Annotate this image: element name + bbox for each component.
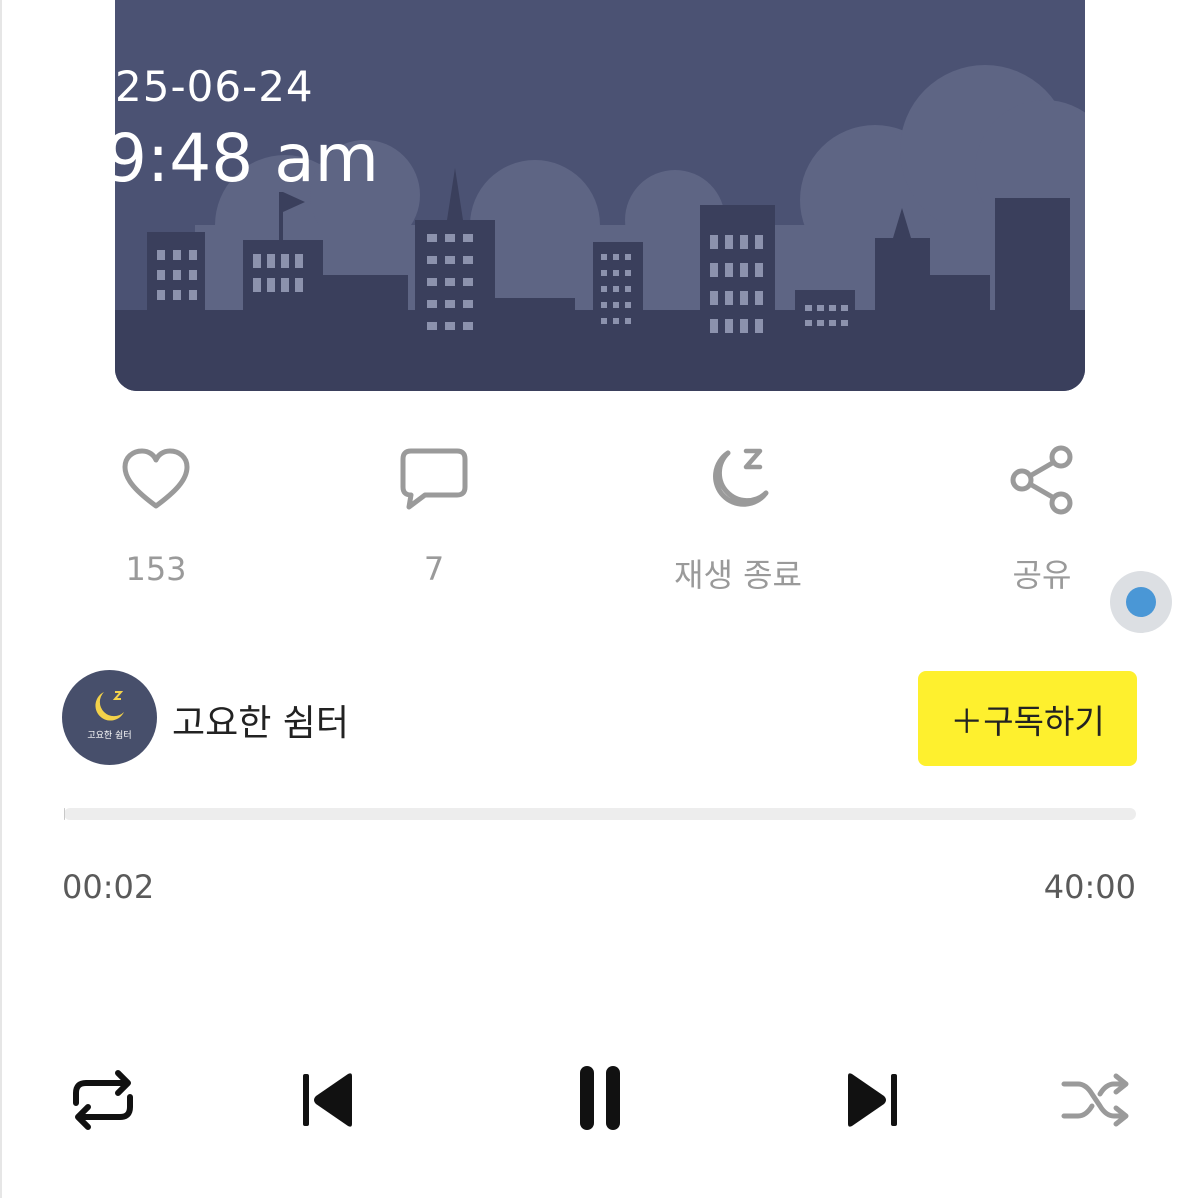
progress-fill	[64, 808, 66, 820]
heart-icon	[116, 440, 196, 520]
channel-avatar[interactable]: 고요한 쉼터	[62, 670, 157, 765]
pause-button[interactable]	[550, 1050, 650, 1150]
share-icon	[1002, 440, 1082, 520]
previous-icon	[303, 1073, 352, 1127]
subscribe-button[interactable]: ＋구독하기	[918, 671, 1137, 766]
share-label: 공유	[1012, 556, 1072, 594]
sleep-timer-label: 재생 종료	[674, 556, 802, 594]
next-button[interactable]	[822, 1050, 922, 1150]
comment-button[interactable]: 7	[334, 440, 534, 600]
moon-sleep-icon	[698, 440, 778, 520]
next-icon	[848, 1073, 897, 1127]
shuffle-icon	[1061, 1073, 1129, 1127]
shuffle-button[interactable]	[1046, 1050, 1146, 1150]
overlay-date: 25-06-24	[115, 62, 314, 111]
progress-bar[interactable]	[64, 808, 1136, 820]
sleep-timer-button[interactable]: 재생 종료	[638, 440, 838, 600]
pause-icon	[580, 1066, 620, 1130]
repeat-button[interactable]	[53, 1050, 153, 1150]
overlay-time: 9:48 am	[105, 120, 379, 197]
elapsed-time: 00:02	[62, 868, 155, 906]
channel-avatar-text: 고요한 쉼터	[87, 731, 132, 741]
repeat-icon	[73, 1070, 133, 1130]
comment-count: 7	[423, 550, 445, 588]
indicator-dot	[1126, 587, 1156, 617]
channel-name[interactable]: 고요한 쉼터	[172, 694, 349, 746]
previous-button[interactable]	[278, 1050, 378, 1150]
share-button[interactable]: 공유	[942, 440, 1142, 600]
floating-indicator[interactable]	[1110, 571, 1172, 633]
crescent-moon-icon	[95, 691, 124, 721]
comment-icon	[394, 440, 474, 520]
like-count: 153	[125, 550, 187, 588]
total-time: 40:00	[1043, 868, 1136, 906]
like-button[interactable]: 153	[56, 440, 256, 600]
